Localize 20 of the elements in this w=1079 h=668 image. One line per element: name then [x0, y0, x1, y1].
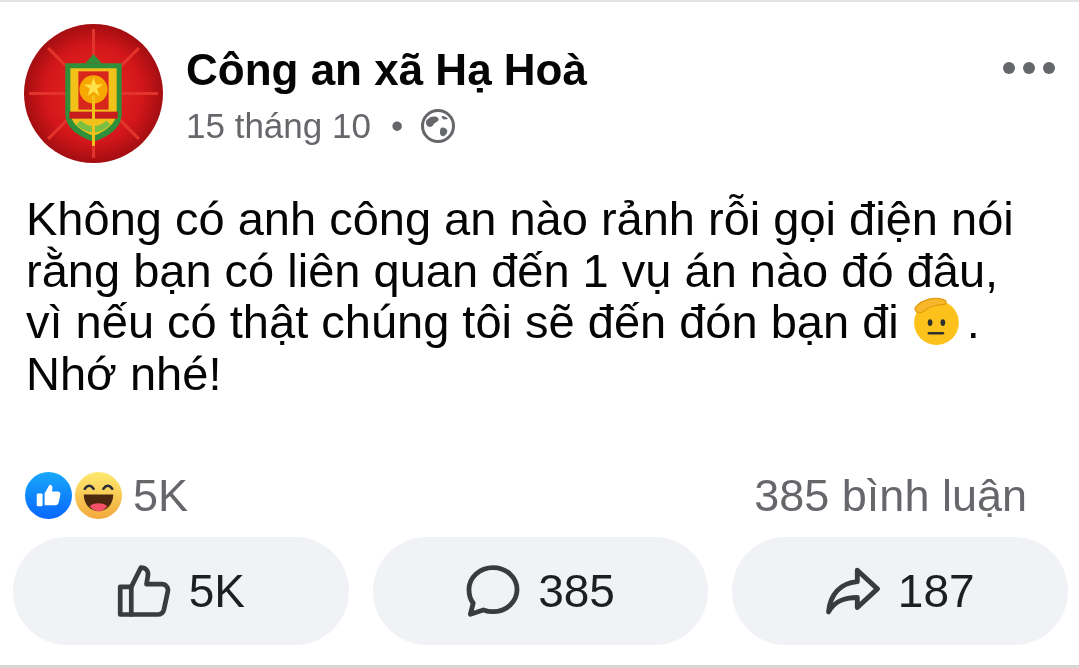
thumbs-up-icon [116, 565, 171, 617]
post-text: Nhớ nhé! [26, 346, 222, 400]
share-arrow-icon [825, 565, 880, 617]
share-button[interactable]: 187 [732, 537, 1068, 645]
speech-bubble-icon [466, 565, 521, 617]
emblem-avatar[interactable] [24, 24, 163, 163]
laughing-face-icon [75, 472, 122, 519]
globe-icon [421, 109, 456, 143]
post-text: Không có anh công an nào rảnh rỗi gọi điện nói [26, 192, 1014, 245]
post-text: . [966, 295, 980, 348]
like-button[interactable]: 5K [13, 537, 349, 645]
page-name[interactable]: Công an xã Hạ Hoà [186, 45, 587, 95]
separator-dot: • [390, 105, 404, 147]
saluting-face-icon [912, 297, 961, 346]
comment-count[interactable]: 385 bình luận [754, 472, 1027, 519]
post-date[interactable]: 15 tháng 10 [186, 105, 371, 147]
comment-button[interactable]: 385 [372, 537, 709, 645]
more-options-icon[interactable] [1003, 62, 1055, 74]
like-reaction-icon [25, 472, 72, 519]
reaction-count[interactable]: 5K [133, 472, 189, 519]
